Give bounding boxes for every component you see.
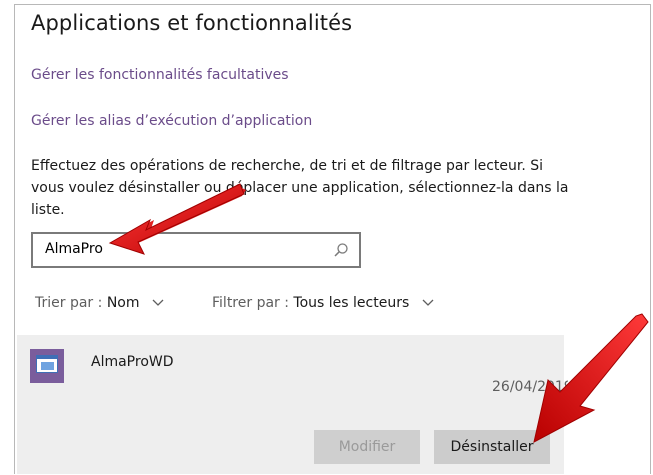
app-install-date: 26/04/2019 <box>492 379 568 395</box>
sort-value: Nom <box>106 295 140 311</box>
app-name: AlmaProWD <box>91 354 174 370</box>
sort-label: Trier par : <box>35 295 107 311</box>
page-title: Applications et fonctionnalités <box>31 11 353 35</box>
manage-optional-features-link[interactable]: Gérer les fonctionnalités facultatives <box>31 67 289 83</box>
chevron-down-icon <box>422 299 434 306</box>
search-icon[interactable] <box>333 242 349 258</box>
app-icon <box>30 349 64 383</box>
manage-exec-aliases-link[interactable]: Gérer les alias d’exécution d’applicatio… <box>31 113 312 129</box>
uninstall-button[interactable]: Désinstaller <box>434 430 550 464</box>
filter-label: Filtrer par : <box>212 295 294 311</box>
settings-window: Applications et fonctionnalités Gérer le… <box>14 4 651 474</box>
search-description: Effectuez des opérations de recherche, d… <box>31 158 569 218</box>
filter-value: Tous les lecteurs <box>293 295 410 311</box>
sort-dropdown[interactable]: Trier par : Nom <box>35 295 164 311</box>
chevron-down-icon <box>152 299 164 306</box>
search-box[interactable] <box>31 232 361 268</box>
app-list-item-selected[interactable]: AlmaProWD 26/04/2019 Modifier Désinstall… <box>17 335 568 474</box>
search-input[interactable] <box>45 241 315 257</box>
filter-dropdown[interactable]: Filtrer par : Tous les lecteurs <box>212 295 434 311</box>
modify-button[interactable]: Modifier <box>314 430 420 464</box>
